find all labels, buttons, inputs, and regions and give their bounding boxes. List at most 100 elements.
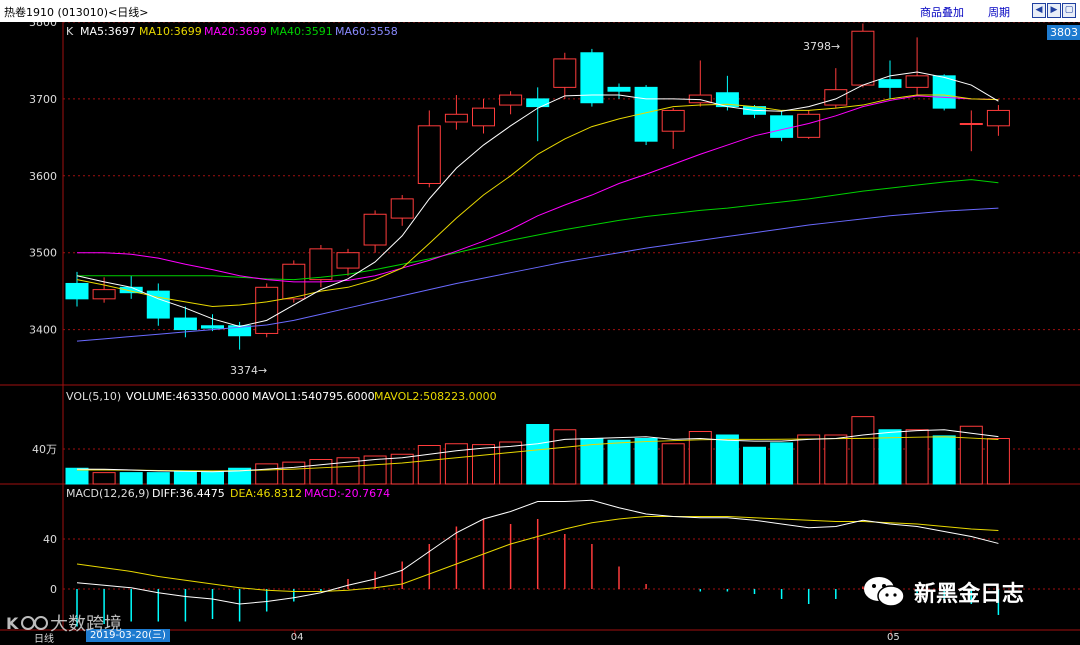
vol-label: VOL(5,10) [66, 390, 122, 403]
volume-bar [824, 434, 848, 485]
diff-value: DIFF:36.4475 [152, 487, 225, 500]
volume-bar [417, 445, 441, 485]
low-marker: 3374→ [230, 364, 268, 377]
volume-bar [173, 471, 197, 485]
wechat-account-name: 新黑金日志 [914, 582, 1025, 607]
macd-label: MACD(12,26,9) [66, 487, 150, 500]
grid-lines [63, 22, 1080, 590]
candle-body [905, 75, 929, 88]
wechat-icon [864, 577, 905, 607]
candle-body [986, 109, 1010, 127]
last-price-badge: 3803 [1047, 25, 1080, 40]
price-tick-label: 3700 [29, 93, 57, 106]
price-tick-label: 3500 [29, 247, 57, 260]
volume-value: VOLUME:463350.0000 [126, 390, 250, 403]
volume-bar [797, 434, 821, 485]
volume-bar [526, 424, 550, 485]
candle-body [92, 289, 116, 300]
month-label: 04 [291, 632, 304, 643]
candle-body [119, 286, 143, 294]
candle-body [336, 252, 360, 269]
macd-value: MACD:-20.7674 [304, 487, 391, 500]
ma40-line [77, 179, 999, 281]
volume-bar [201, 471, 224, 485]
candle-body [824, 89, 848, 106]
candle-body [309, 248, 333, 281]
candle-body [201, 325, 224, 329]
volume-bar [92, 472, 116, 485]
watermark: K 大数跨境 [6, 610, 122, 636]
volume-bar [309, 459, 333, 485]
candle-body [851, 30, 875, 86]
price-tick-label: 3400 [29, 324, 57, 337]
ma60-line [76, 207, 999, 342]
period-button[interactable]: 周期 [988, 4, 1010, 20]
volume-bar [499, 441, 523, 485]
volume-tick-label: 40万 [32, 443, 57, 456]
kline-chart[interactable]: 3800 3700 3600 3500 3400 40万 40 0 04 05 [0, 22, 1080, 643]
scroll-left-icon[interactable]: ◀ [1032, 3, 1046, 18]
candle-body [526, 98, 550, 108]
overlay-button[interactable]: 商品叠加 [920, 4, 964, 20]
volume-bar [634, 438, 658, 485]
watermark-text: 大数跨境 [50, 614, 122, 635]
wechat-account: 新黑金日志 [862, 574, 1024, 610]
volume-bar [282, 461, 306, 485]
scroll-right-icon[interactable]: ▶ [1047, 3, 1061, 18]
candle-body [878, 79, 902, 88]
candle-body [499, 94, 523, 106]
volume-bar [255, 463, 279, 485]
k-label: K [66, 25, 74, 38]
window-title-bar: 热卷1910 (013010)<日线> 商品叠加 周期 ◀ ▶ ▢ [0, 0, 1080, 22]
chart-axes [0, 22, 1080, 636]
volume-bar [472, 444, 495, 485]
volume-bar [770, 442, 794, 485]
candle-body [661, 109, 685, 132]
candle-body [472, 107, 495, 127]
macd-series [76, 499, 1000, 627]
ma60-label: MA60:3558 [335, 25, 398, 38]
mavol1-value: MAVOL1:540795.6000 [252, 390, 375, 403]
volume-bar [715, 434, 739, 485]
candle-body [959, 123, 983, 126]
volume-bar [932, 435, 956, 485]
restore-icon[interactable]: ▢ [1062, 3, 1076, 18]
candle-body [255, 286, 279, 334]
volume-bar [607, 439, 631, 485]
candle-body [363, 213, 387, 246]
price-tick-label: 3800 [29, 22, 57, 29]
volume-bar [851, 416, 875, 485]
volume-bar [959, 425, 983, 485]
dea-value: DEA:46.8312 [230, 487, 302, 500]
candle-body [65, 282, 89, 300]
ma20-label: MA20:3699 [204, 25, 267, 38]
volume-bar [905, 429, 929, 485]
ma40-label: MA40:3591 [270, 25, 333, 38]
candle-body [390, 198, 414, 219]
candle-body [553, 58, 577, 88]
candle-body [417, 125, 441, 184]
ma5-label: MA5:3697 [80, 25, 136, 38]
volume-bar [986, 438, 1010, 485]
month-label: 05 [887, 632, 900, 643]
volume-bars [65, 416, 1010, 485]
candlestick-series [65, 23, 1010, 350]
candle-body [444, 113, 468, 123]
ma10-label: MA10:3699 [139, 25, 202, 38]
volume-bar [146, 472, 170, 485]
candle-body [173, 317, 197, 331]
price-tick-label: 3600 [29, 170, 57, 183]
volume-bar [65, 467, 89, 485]
window-title: 热卷1910 (013010)<日线> [4, 6, 149, 19]
volume-bar [553, 429, 577, 485]
candle-body [932, 75, 956, 109]
volume-bar [119, 472, 143, 485]
volume-bar [661, 443, 685, 485]
svg-text:K: K [6, 614, 19, 633]
macd-tick-label: 40 [43, 533, 57, 546]
volume-bar [743, 446, 766, 485]
mavol2-value: MAVOL2:508223.0000 [374, 390, 497, 403]
candle-body [770, 115, 794, 138]
high-marker: 3798→ [803, 40, 841, 53]
candle-body [607, 86, 631, 92]
